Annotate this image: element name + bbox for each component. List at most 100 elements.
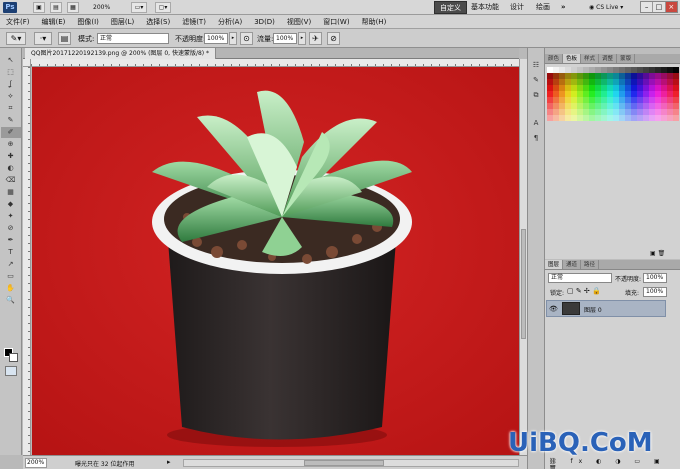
layers-footer-icons[interactable]: ⛓ fx ◐ ◑ ▭ ▣ 🗑 <box>549 458 680 469</box>
swatch-cell[interactable] <box>619 73 625 79</box>
mini-bridge-icon[interactable]: ▤ <box>50 2 62 13</box>
swatch-cell[interactable] <box>607 79 613 85</box>
airbrush-icon[interactable]: ✈ <box>309 32 322 45</box>
swatch-cell[interactable] <box>589 79 595 85</box>
swatch-cell[interactable] <box>589 115 595 121</box>
opacity-input[interactable]: 100% <box>204 33 228 44</box>
swatch-cell[interactable] <box>667 91 673 97</box>
swatch-cell[interactable] <box>631 97 637 103</box>
swatch-cell[interactable] <box>631 73 637 79</box>
menu-edit[interactable]: 编辑(E) <box>42 15 66 29</box>
ruler-origin[interactable] <box>23 59 31 67</box>
swatch-cell[interactable] <box>673 67 679 73</box>
opacity-dropdown-icon[interactable]: ▸ <box>229 32 237 45</box>
swatch-cell[interactable] <box>613 73 619 79</box>
swatch-cell[interactable] <box>571 115 577 121</box>
flow-dropdown-icon[interactable]: ▸ <box>298 32 306 45</box>
swatch-cell[interactable] <box>595 115 601 121</box>
swatch-cell[interactable] <box>619 103 625 109</box>
horizontal-scrollbar[interactable] <box>183 459 519 467</box>
layer-opacity-input[interactable]: 100% <box>643 273 667 283</box>
menu-file[interactable]: 文件(F) <box>6 15 30 29</box>
swatch-cell[interactable] <box>547 115 553 121</box>
layer-row[interactable]: 👁 图层 0 <box>546 300 666 317</box>
swatch-cell[interactable] <box>559 85 565 91</box>
swatch-cell[interactable] <box>577 109 583 115</box>
swatch-cell[interactable] <box>613 109 619 115</box>
swatch-cell[interactable] <box>583 109 589 115</box>
swatch-cell[interactable] <box>553 91 559 97</box>
flow-input[interactable]: 100% <box>273 33 297 44</box>
swatch-cell[interactable] <box>583 85 589 91</box>
zoom-tool-icon[interactable]: 🔍 <box>1 295 21 306</box>
swatch-cell[interactable] <box>589 73 595 79</box>
history-brush-tool-icon[interactable]: ◐ <box>1 163 21 174</box>
swatch-cell[interactable] <box>547 91 553 97</box>
swatch-cell[interactable] <box>547 79 553 85</box>
swatch-cell[interactable] <box>625 97 631 103</box>
vertical-scrollbar[interactable] <box>519 59 527 455</box>
swatch-cell[interactable] <box>601 79 607 85</box>
horizontal-scroll-thumb[interactable] <box>304 460 384 466</box>
swatch-cell[interactable] <box>589 97 595 103</box>
swatch-cell[interactable] <box>673 109 679 115</box>
swatch-cell[interactable] <box>625 85 631 91</box>
swatch-cell[interactable] <box>625 91 631 97</box>
swatch-cell[interactable] <box>553 67 559 73</box>
swatch-cell[interactable] <box>547 109 553 115</box>
swatch-cell[interactable] <box>559 97 565 103</box>
pen-tool-icon[interactable]: ⊘ <box>1 223 21 234</box>
swatch-cell[interactable] <box>553 97 559 103</box>
swatch-cell[interactable] <box>655 103 661 109</box>
swatch-cell[interactable] <box>667 73 673 79</box>
swatch-cell[interactable] <box>631 79 637 85</box>
path-select-tool-icon[interactable]: ↗ <box>1 259 21 270</box>
clone-stamp-tool-icon[interactable]: ✚ <box>1 151 21 162</box>
swatch-cell[interactable] <box>613 97 619 103</box>
swatch-cell[interactable] <box>643 115 649 121</box>
swatch-cell[interactable] <box>625 115 631 121</box>
swatch-cell[interactable] <box>565 97 571 103</box>
minimize-button[interactable]: – <box>641 2 654 12</box>
swatch-cell[interactable] <box>565 67 571 73</box>
tab-styles[interactable]: 样式 <box>581 54 600 63</box>
swatch-cell[interactable] <box>655 115 661 121</box>
swatch-cell[interactable] <box>667 85 673 91</box>
swatch-cell[interactable] <box>655 97 661 103</box>
marquee-tool-icon[interactable]: ⬚ <box>1 67 21 78</box>
menu-window[interactable]: 窗口(W) <box>323 15 349 29</box>
swatch-cell[interactable] <box>655 85 661 91</box>
swatch-cell[interactable] <box>649 73 655 79</box>
swatch-cell[interactable] <box>613 91 619 97</box>
swatch-cell[interactable] <box>637 109 643 115</box>
document-canvas[interactable] <box>32 67 519 455</box>
swatch-cell[interactable] <box>547 85 553 91</box>
swatch-cell[interactable] <box>673 91 679 97</box>
status-menu-icon[interactable]: ▸ <box>167 458 171 466</box>
tab-masks[interactable]: 蒙版 <box>617 54 636 63</box>
swatch-cell[interactable] <box>559 67 565 73</box>
swatch-cell[interactable] <box>595 103 601 109</box>
tab-swatches[interactable]: 色板 <box>563 54 582 63</box>
swatch-cell[interactable] <box>619 109 625 115</box>
swatch-cell[interactable] <box>667 109 673 115</box>
swatch-cell[interactable] <box>577 103 583 109</box>
swatch-cell[interactable] <box>565 73 571 79</box>
brush-presets-icon[interactable]: ☷ <box>529 60 543 70</box>
swatch-cell[interactable] <box>637 91 643 97</box>
swatch-cell[interactable] <box>649 103 655 109</box>
swatch-cell[interactable] <box>583 103 589 109</box>
swatch-cell[interactable] <box>625 73 631 79</box>
swatch-cell[interactable] <box>571 85 577 91</box>
swatch-cell[interactable] <box>625 103 631 109</box>
swatch-cell[interactable] <box>667 67 673 73</box>
swatch-cell[interactable] <box>637 67 643 73</box>
swatch-cell[interactable] <box>643 103 649 109</box>
tab-paths[interactable]: 路径 <box>581 260 600 269</box>
bridge-icon[interactable]: ▣ <box>33 2 45 13</box>
swatch-cell[interactable] <box>625 67 631 73</box>
swatch-cell[interactable] <box>631 91 637 97</box>
mode-select[interactable]: 正常 <box>97 33 169 44</box>
tab-channels[interactable]: 通道 <box>563 260 582 269</box>
swatch-cell[interactable] <box>661 85 667 91</box>
